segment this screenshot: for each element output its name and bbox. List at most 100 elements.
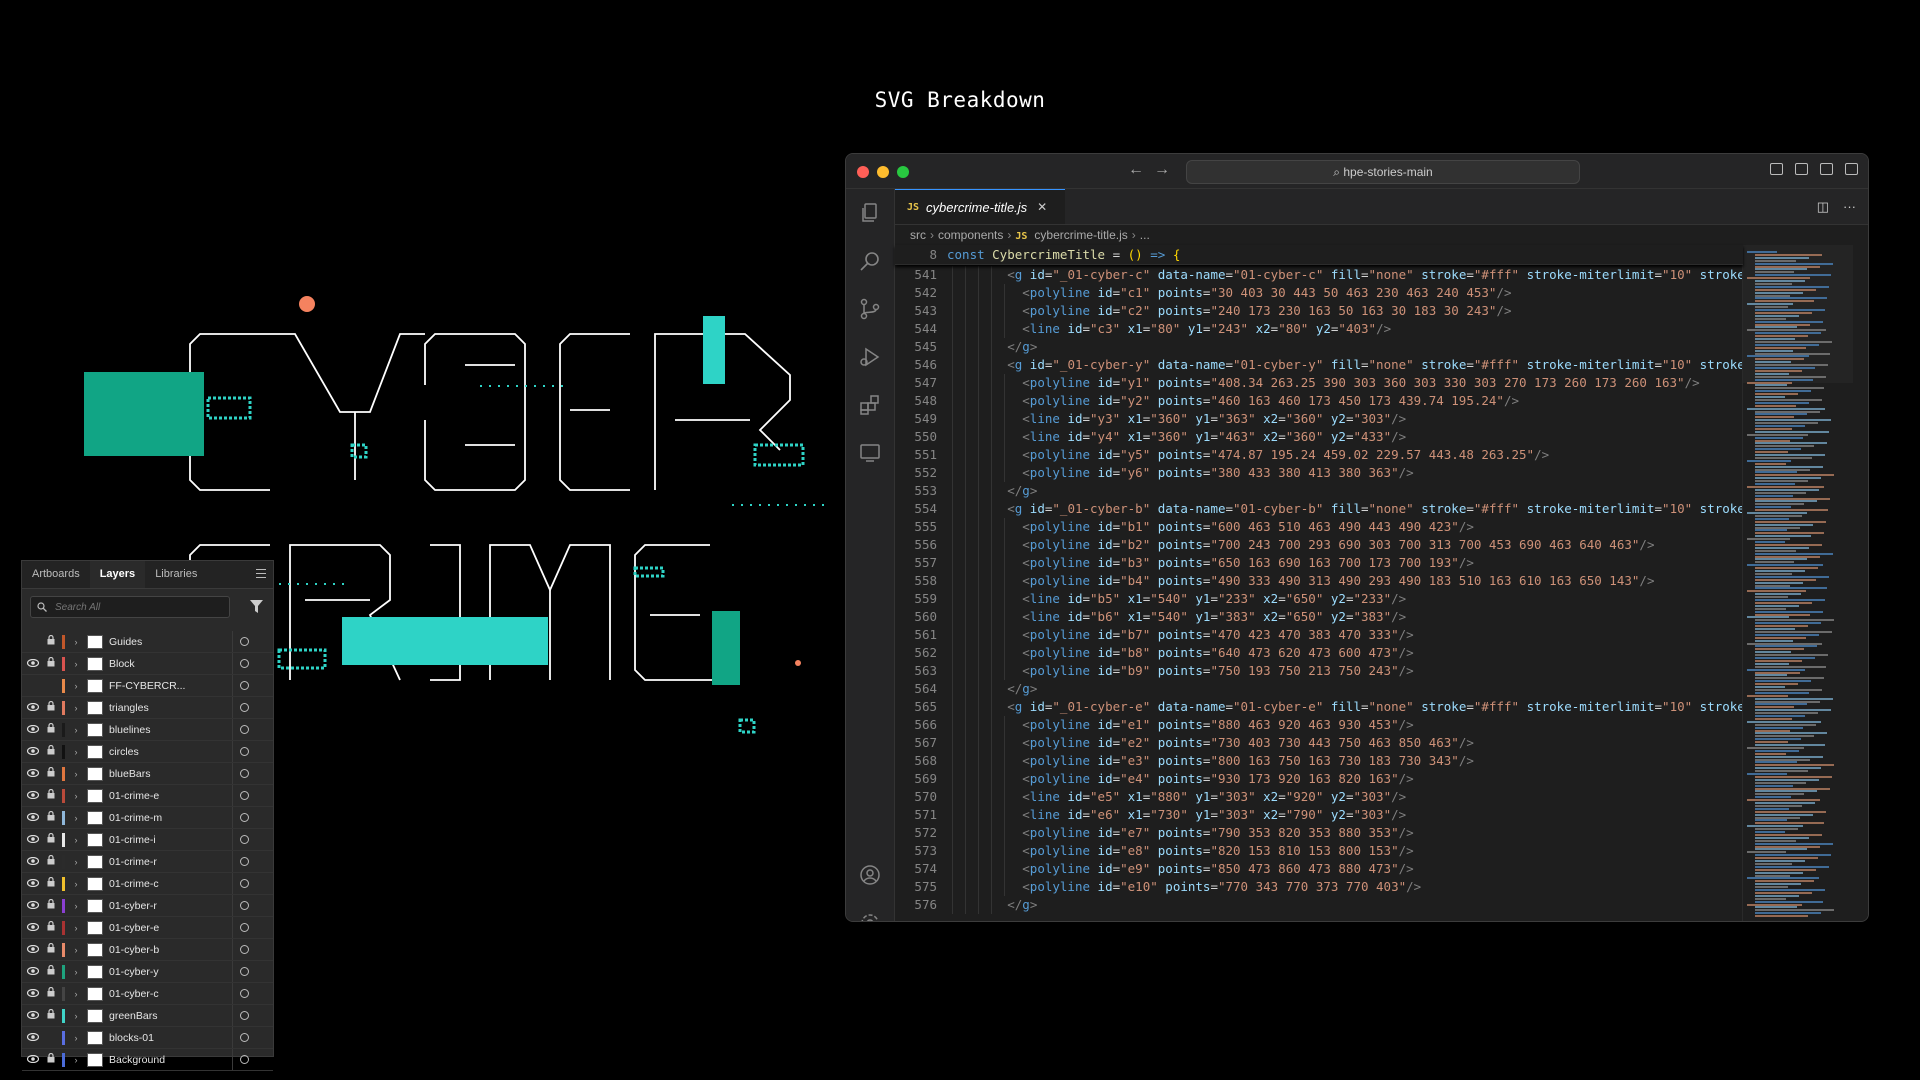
tab-artboards[interactable]: Artboards <box>22 561 90 588</box>
chevron-right-icon[interactable]: › <box>69 835 83 845</box>
layer-search-box[interactable] <box>30 596 230 618</box>
code-line[interactable]: 564 </g> <box>895 680 1743 698</box>
manage-gear-icon[interactable]: 1 <box>846 899 894 921</box>
lock-icon[interactable] <box>44 854 58 868</box>
code-line[interactable]: 565 <g id="_01-cyber-e" data-name="01-cy… <box>895 698 1743 716</box>
lock-icon[interactable] <box>44 722 58 736</box>
lock-icon[interactable] <box>44 634 58 648</box>
layer-row[interactable]: › 01-cyber-e <box>22 917 273 939</box>
eye-icon[interactable] <box>22 878 44 890</box>
eye-icon[interactable] <box>22 724 44 736</box>
toggle-sidebar-icon[interactable] <box>1770 163 1783 175</box>
chevron-right-icon[interactable]: › <box>69 989 83 999</box>
chevron-right-icon[interactable]: › <box>69 879 83 889</box>
forward-arrow-icon[interactable]: → <box>1154 161 1180 178</box>
code-line[interactable]: 546 <g id="_01-cyber-y" data-name="01-cy… <box>895 356 1743 374</box>
chevron-right-icon[interactable]: › <box>69 945 83 955</box>
lock-icon[interactable] <box>44 656 58 670</box>
eye-icon[interactable] <box>22 944 44 956</box>
layer-row[interactable]: › Guides <box>22 631 273 653</box>
code-line[interactable]: 541 <g id="_01-cyber-c" data-name="01-cy… <box>895 266 1743 284</box>
code-line[interactable]: 576 </g> <box>895 896 1743 914</box>
tab-layers[interactable]: Layers <box>89 561 146 588</box>
code-line[interactable]: 575 <polyline id="e10" points="770 343 7… <box>895 878 1743 896</box>
target-circle-icon[interactable] <box>240 1033 249 1042</box>
eye-icon[interactable] <box>22 1054 44 1066</box>
lock-icon[interactable] <box>44 920 58 934</box>
target-circle-icon[interactable] <box>240 967 249 976</box>
layer-row[interactable]: › 01-crime-r <box>22 851 273 873</box>
lock-icon[interactable] <box>44 832 58 846</box>
target-circle-icon[interactable] <box>240 1055 249 1064</box>
toggle-panel-icon[interactable] <box>1795 163 1808 175</box>
code-line[interactable]: 573 <polyline id="e8" points="820 153 81… <box>895 842 1743 860</box>
target-circle-icon[interactable] <box>240 1011 249 1020</box>
target-circle-icon[interactable] <box>240 659 249 668</box>
target-circle-icon[interactable] <box>240 945 249 954</box>
chevron-right-icon[interactable]: › <box>69 769 83 779</box>
target-circle-icon[interactable] <box>240 725 249 734</box>
target-circle-icon[interactable] <box>240 813 249 822</box>
lock-icon[interactable] <box>44 942 58 956</box>
minimize-window-button[interactable] <box>877 166 889 178</box>
layer-row[interactable]: › bluelines <box>22 719 273 741</box>
lock-icon[interactable] <box>44 788 58 802</box>
lock-icon[interactable] <box>44 744 58 758</box>
target-circle-icon[interactable] <box>240 989 249 998</box>
file-tab[interactable]: JS cybercrime-title.js ✕ <box>895 189 1065 224</box>
code-line[interactable]: 563 <polyline id="b9" points="750 193 75… <box>895 662 1743 680</box>
code-line[interactable]: 559 <line id="b5" x1="540" y1="233" x2="… <box>895 590 1743 608</box>
chevron-right-icon[interactable]: › <box>69 681 83 691</box>
command-center[interactable]: ⌕ hpe-stories-main <box>1186 160 1580 184</box>
minimap[interactable] <box>1742 245 1868 921</box>
layer-row[interactable]: › 01-crime-c <box>22 873 273 895</box>
code-line[interactable]: 552 <polyline id="y6" points="380 433 38… <box>895 464 1743 482</box>
chevron-right-icon[interactable]: › <box>69 1055 83 1065</box>
explorer-icon[interactable] <box>846 189 894 237</box>
lock-icon[interactable] <box>44 898 58 912</box>
eye-icon[interactable] <box>22 790 44 802</box>
target-circle-icon[interactable] <box>240 681 249 690</box>
eye-icon[interactable] <box>22 966 44 978</box>
code-area[interactable]: 541 <g id="_01-cyber-c" data-name="01-cy… <box>895 266 1743 921</box>
eye-icon[interactable] <box>22 768 44 780</box>
chevron-right-icon[interactable]: › <box>69 747 83 757</box>
chevron-right-icon[interactable]: › <box>69 1033 83 1043</box>
layer-row[interactable]: › greenBars <box>22 1005 273 1027</box>
code-line[interactable]: 542 <polyline id="c1" points="30 403 30 … <box>895 284 1743 302</box>
layer-row[interactable]: › triangles <box>22 697 273 719</box>
lock-icon[interactable] <box>44 1008 58 1022</box>
breadcrumb-src[interactable]: src <box>910 228 926 242</box>
layer-row[interactable]: › 01-crime-i <box>22 829 273 851</box>
code-line[interactable]: 562 <polyline id="b8" points="640 473 62… <box>895 644 1743 662</box>
code-line[interactable]: 548 <polyline id="y2" points="460 163 46… <box>895 392 1743 410</box>
chevron-right-icon[interactable]: › <box>69 813 83 823</box>
target-circle-icon[interactable] <box>240 769 249 778</box>
tab-libraries[interactable]: Libraries <box>145 561 207 588</box>
breadcrumb-components[interactable]: components <box>938 228 1003 242</box>
code-line[interactable]: 574 <polyline id="e9" points="850 473 86… <box>895 860 1743 878</box>
code-line[interactable]: 568 <polyline id="e3" points="800 163 75… <box>895 752 1743 770</box>
layer-row[interactable]: › 01-cyber-b <box>22 939 273 961</box>
code-line[interactable]: 555 <polyline id="b1" points="600 463 51… <box>895 518 1743 536</box>
eye-icon[interactable] <box>22 1010 44 1022</box>
code-line[interactable]: 545 </g> <box>895 338 1743 356</box>
layer-row[interactable]: › 01-crime-e <box>22 785 273 807</box>
target-circle-icon[interactable] <box>240 835 249 844</box>
eye-icon[interactable] <box>22 1032 44 1044</box>
eye-icon[interactable] <box>22 658 44 670</box>
run-debug-icon[interactable] <box>846 333 894 381</box>
accounts-icon[interactable] <box>846 851 894 899</box>
layer-row[interactable]: › 01-crime-m <box>22 807 273 829</box>
lock-icon[interactable] <box>44 766 58 780</box>
target-circle-icon[interactable] <box>240 923 249 932</box>
target-circle-icon[interactable] <box>240 637 249 646</box>
layer-row[interactable]: › circles <box>22 741 273 763</box>
target-circle-icon[interactable] <box>240 703 249 712</box>
code-line[interactable]: 567 <polyline id="e2" points="730 403 73… <box>895 734 1743 752</box>
code-line[interactable]: 571 <line id="e6" x1="730" y1="303" x2="… <box>895 806 1743 824</box>
layer-row[interactable]: › Background <box>22 1049 273 1071</box>
target-circle-icon[interactable] <box>240 791 249 800</box>
code-line[interactable]: 544 <line id="c3" x1="80" y1="243" x2="8… <box>895 320 1743 338</box>
maximize-window-button[interactable] <box>897 166 909 178</box>
